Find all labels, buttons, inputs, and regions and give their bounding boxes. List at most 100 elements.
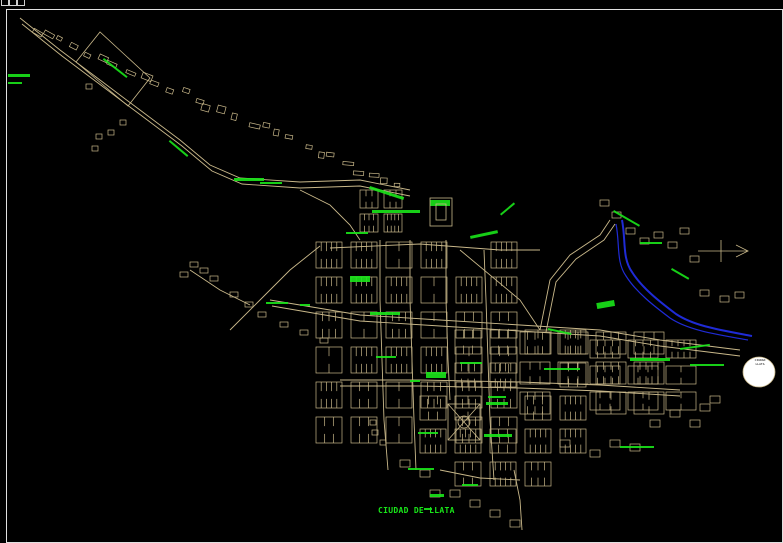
building — [55, 35, 63, 42]
city-block — [385, 346, 413, 374]
road-segment — [379, 240, 389, 471]
road-segment — [19, 17, 411, 191]
building — [599, 199, 610, 207]
building — [609, 439, 621, 448]
city-block — [455, 311, 483, 339]
drawing-frame — [6, 9, 783, 543]
building — [689, 419, 701, 428]
building — [667, 241, 678, 249]
building — [230, 112, 238, 121]
building — [216, 104, 227, 115]
building — [262, 121, 271, 129]
north-arrow-icon — [698, 240, 749, 262]
building — [352, 170, 365, 176]
street-label — [430, 494, 444, 497]
building — [200, 103, 211, 113]
street-label — [426, 372, 446, 378]
cad-drawing-canvas[interactable]: CIUDAD DE LLATA CIUDAD LLATA — [0, 0, 783, 543]
building — [248, 122, 261, 130]
building — [179, 271, 189, 278]
street-label — [266, 302, 288, 304]
building — [319, 337, 329, 344]
street-label — [470, 230, 499, 239]
city-block — [489, 329, 517, 355]
building — [369, 419, 377, 426]
city-block — [490, 241, 518, 269]
street-label — [430, 200, 450, 206]
building — [469, 499, 481, 508]
building — [342, 161, 355, 167]
building — [299, 329, 309, 336]
building — [125, 69, 137, 77]
street-label — [462, 484, 478, 486]
city-block — [420, 346, 448, 374]
building — [95, 133, 103, 140]
city-block — [557, 361, 589, 385]
city-block — [559, 428, 587, 454]
building — [272, 128, 280, 137]
city-block — [633, 331, 665, 355]
building — [325, 151, 335, 158]
building — [42, 29, 56, 40]
road-segment — [483, 249, 495, 481]
layout-tab[interactable] — [1, 0, 9, 6]
building — [209, 275, 219, 282]
layout-tab[interactable] — [17, 0, 25, 6]
building — [689, 255, 700, 263]
building — [669, 409, 681, 418]
street-label — [234, 178, 264, 181]
building — [489, 509, 501, 518]
building — [719, 295, 730, 303]
building — [625, 227, 636, 235]
city-block — [627, 365, 659, 385]
building — [279, 321, 289, 328]
river-bank — [615, 223, 749, 341]
street-label — [376, 356, 396, 358]
street-label — [630, 358, 670, 361]
city-block — [454, 329, 482, 355]
building — [679, 227, 690, 235]
building — [305, 144, 313, 150]
building — [85, 83, 93, 90]
street-label — [596, 300, 616, 310]
building — [449, 489, 461, 498]
building — [393, 182, 401, 188]
city-block — [350, 346, 378, 374]
building — [284, 134, 294, 140]
road-segment — [269, 299, 741, 351]
building — [649, 419, 661, 428]
city-map[interactable] — [0, 0, 783, 543]
building — [379, 439, 387, 446]
city-block — [454, 428, 482, 454]
layout-tab-strip[interactable] — [1, 0, 25, 7]
building — [653, 231, 664, 239]
layout-tab[interactable] — [9, 0, 17, 6]
street-label — [346, 232, 368, 234]
road-segment — [189, 269, 251, 306]
building — [107, 129, 115, 136]
street-label — [544, 368, 580, 370]
building — [257, 311, 267, 318]
building — [91, 145, 99, 152]
building — [317, 151, 325, 159]
street-label — [370, 312, 400, 315]
building — [734, 291, 745, 299]
building — [229, 291, 239, 298]
building — [379, 177, 388, 185]
street-label — [410, 380, 420, 382]
street-label — [350, 276, 370, 282]
street-label — [408, 468, 434, 470]
city-block — [315, 416, 343, 444]
building — [699, 403, 711, 412]
building — [199, 267, 209, 274]
city-block — [524, 428, 552, 454]
road-segment — [21, 23, 411, 197]
road-segment — [539, 219, 611, 331]
road-segment — [513, 469, 523, 531]
road-segment — [340, 385, 681, 397]
city-block — [489, 428, 517, 454]
map-title: CIUDAD DE LLATA — [378, 506, 455, 515]
street-label — [500, 202, 516, 216]
street-label — [613, 210, 640, 227]
street-label — [300, 304, 310, 306]
